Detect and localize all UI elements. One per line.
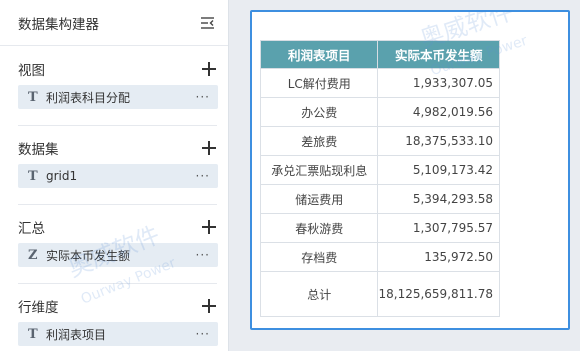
table-row: LC解付费用 1,933,307.05 [259,68,500,98]
table-row: 存档费 135,972.50 [259,242,500,272]
section-label-summary: 汇总 [18,221,45,237]
more-options-icon[interactable]: ··· [196,170,210,182]
add-dataset-plus-icon[interactable] [201,140,217,156]
table-row: 春秋游费 1,307,795.57 [259,213,500,243]
section-divider [18,204,217,205]
add-row-dimension-plus-icon[interactable] [201,298,217,314]
table-row: 办公费 4,982,019.56 [259,97,500,127]
table-row: 储运费用 5,394,293.58 [259,184,500,214]
section-view: 视图 T 利润表科目分配 ··· [0,58,229,109]
section-label-dataset: 数据集 [18,142,59,158]
row-name-cell: 存档费 [259,242,379,272]
section-divider [18,125,217,126]
add-summary-plus-icon[interactable] [201,219,217,235]
section-divider [18,283,217,284]
more-options-icon[interactable]: ··· [196,91,210,103]
row-name-cell: 承兑汇票贴现利息 [259,155,379,185]
text-type-icon: T [28,326,38,342]
section-row-dimension: 行维度 T 利润表项目 ··· [0,295,229,346]
add-view-plus-icon[interactable] [201,61,217,77]
report-table: 利润表项目 实际本币发生额 LC解付费用 1,933,307.05 办公费 4,… [259,40,500,317]
row-value-cell: 5,109,173.42 [377,155,500,185]
row-name-cell: 办公费 [259,97,379,127]
section-label-row-dimension: 行维度 [18,300,59,316]
field-text: grid1 [46,169,78,183]
field-text: 实际本币发生额 [46,248,131,263]
row-value-cell: 5,394,293.58 [377,184,500,214]
text-type-icon: T [28,89,38,105]
section-label-view: 视图 [18,63,45,79]
panel-header: 数据集构建器 [0,0,228,46]
row-name-cell: 储运费用 [259,184,379,214]
section-summary: 汇总 Z 实际本币发生额 ··· [0,216,229,267]
dataset-builder-panel: 数据集构建器 视图 T 利润表科目分配 ··· 数据集 T grid1 ··· … [0,0,229,351]
field-text: 利润表项目 [46,327,107,342]
field-item-row-dimension[interactable]: T 利润表项目 ··· [18,322,218,346]
row-value-cell: 1,933,307.05 [377,68,500,98]
section-dataset: 数据集 T grid1 ··· [0,137,229,188]
column-header[interactable]: 实际本币发生额 [377,40,500,69]
report-canvas: 利润表项目 实际本币发生额 LC解付费用 1,933,307.05 办公费 4,… [240,0,580,351]
field-item-summary[interactable]: Z 实际本币发生额 ··· [18,243,218,267]
field-text: 利润表科目分配 [46,90,131,105]
field-item-dataset[interactable]: T grid1 ··· [18,164,218,188]
total-value-cell: 18,125,659,811.78 [377,271,500,317]
total-label-cell: 总计 [259,271,379,317]
table-row: 差旅费 18,375,533.10 [259,126,500,156]
text-type-icon: T [28,168,38,184]
table-widget[interactable]: 利润表项目 实际本币发生额 LC解付费用 1,933,307.05 办公费 4,… [250,10,570,330]
panel-title: 数据集构建器 [18,16,99,33]
more-options-icon[interactable]: ··· [196,249,210,261]
collapse-list-icon[interactable] [200,15,216,31]
field-item-view[interactable]: T 利润表科目分配 ··· [18,85,218,109]
row-value-cell: 18,375,533.10 [377,126,500,156]
more-options-icon[interactable]: ··· [196,328,210,340]
row-name-cell: LC解付费用 [259,68,379,98]
row-name-cell: 差旅费 [259,126,379,156]
total-row: 总计 18,125,659,811.78 [259,271,500,317]
row-value-cell: 1,307,795.57 [377,213,500,243]
column-header[interactable]: 利润表项目 [259,40,379,69]
row-value-cell: 135,972.50 [377,242,500,272]
table-row: 承兑汇票贴现利息 5,109,173.42 [259,155,500,185]
row-name-cell: 春秋游费 [259,213,379,243]
row-value-cell: 4,982,019.56 [377,97,500,127]
numeric-type-icon: Z [28,247,38,263]
